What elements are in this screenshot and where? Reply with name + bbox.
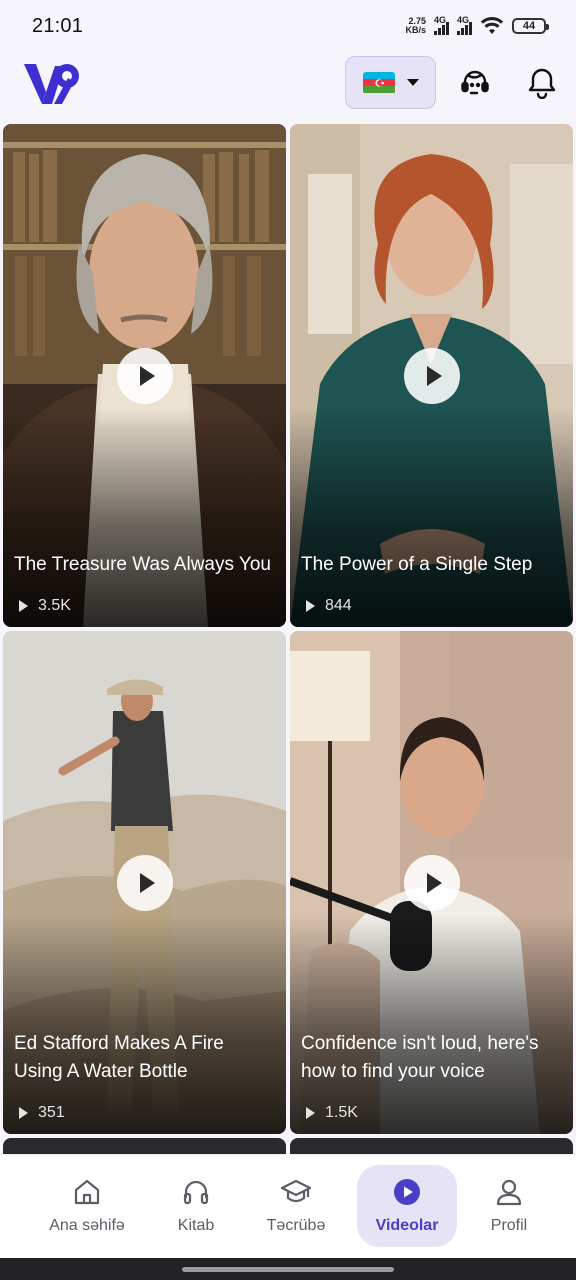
video-views: 1.5K: [306, 1104, 358, 1122]
nav-item-videos[interactable]: Videolar: [357, 1165, 457, 1247]
video-title: The Power of a Single Step: [301, 554, 533, 575]
chevron-down-icon: [406, 79, 419, 86]
graduation-cap-icon: [280, 1179, 312, 1203]
cell-signal-icon: 4G: [434, 15, 449, 35]
azerbaijan-flag-icon: [362, 71, 395, 94]
wifi-icon: [480, 17, 504, 35]
language-selector[interactable]: [345, 56, 436, 109]
play-button[interactable]: [404, 855, 460, 911]
nav-label: Profil: [490, 1217, 528, 1234]
network-speed: 2.75 KB/s: [405, 16, 426, 35]
support-agent-icon[interactable]: [458, 66, 492, 100]
status-time: 21:01: [32, 14, 84, 37]
video-card[interactable]: Ed Stafford Makes A Fire Using A Water B…: [3, 631, 286, 1134]
app-header: [0, 52, 576, 116]
views-play-icon: [306, 1107, 315, 1119]
nav-item-home[interactable]: Ana səhifə: [37, 1165, 137, 1247]
play-icon: [426, 873, 442, 893]
play-button[interactable]: [117, 348, 173, 404]
views-play-icon: [306, 600, 315, 612]
home-icon: [74, 1179, 100, 1205]
nav-item-profile[interactable]: Profil: [459, 1165, 559, 1247]
views-play-icon: [19, 600, 28, 612]
cell-signal-icon: 4G: [457, 15, 472, 35]
nav-item-book[interactable]: Kitab: [146, 1165, 246, 1247]
headphones-icon: [183, 1180, 209, 1205]
video-card-partial[interactable]: [3, 1138, 286, 1154]
play-icon: [139, 873, 155, 893]
nav-label: Ana səhifə: [49, 1217, 125, 1234]
play-circle-icon: [394, 1179, 420, 1205]
play-icon: [139, 366, 155, 386]
play-icon: [426, 366, 442, 386]
battery-icon: 44: [512, 18, 549, 34]
status-bar: 21:01 2.75 KB/s 4G 4G 44: [0, 0, 576, 52]
status-indicators: 2.75 KB/s 4G 4G 44: [405, 15, 549, 35]
video-views: 844: [306, 597, 352, 615]
bottom-nav: Ana səhifə Kitab Təcrübə Videolar Profil: [0, 1154, 576, 1258]
nav-label: Kitab: [177, 1217, 215, 1234]
bell-icon[interactable]: [525, 66, 559, 100]
video-views: 3.5K: [19, 597, 71, 615]
video-card-partial[interactable]: [290, 1138, 573, 1154]
video-card[interactable]: The Power of a Single Step 844: [290, 124, 573, 627]
brand-logo-icon[interactable]: [22, 58, 82, 108]
video-views: 351: [19, 1104, 65, 1122]
play-button[interactable]: [117, 855, 173, 911]
video-card[interactable]: The Treasure Was Always You 3.5K: [3, 124, 286, 627]
home-indicator[interactable]: [182, 1267, 394, 1272]
nav-item-practice[interactable]: Təcrübə: [246, 1165, 346, 1247]
person-icon: [496, 1179, 522, 1206]
nav-label: Təcrübə: [266, 1217, 326, 1234]
video-title: Ed Stafford Makes A Fire Using A Water B…: [14, 1033, 224, 1082]
video-card[interactable]: Confidence isn't loud, here's how to fin…: [290, 631, 573, 1134]
video-grid: The Treasure Was Always You 3.5K The Pow…: [3, 124, 573, 1154]
gesture-bar: [0, 1258, 576, 1280]
nav-label: Videolar: [375, 1217, 439, 1234]
video-title: Confidence isn't loud, here's how to fin…: [301, 1033, 539, 1082]
views-play-icon: [19, 1107, 28, 1119]
video-title: The Treasure Was Always You: [14, 554, 271, 575]
play-button[interactable]: [404, 348, 460, 404]
